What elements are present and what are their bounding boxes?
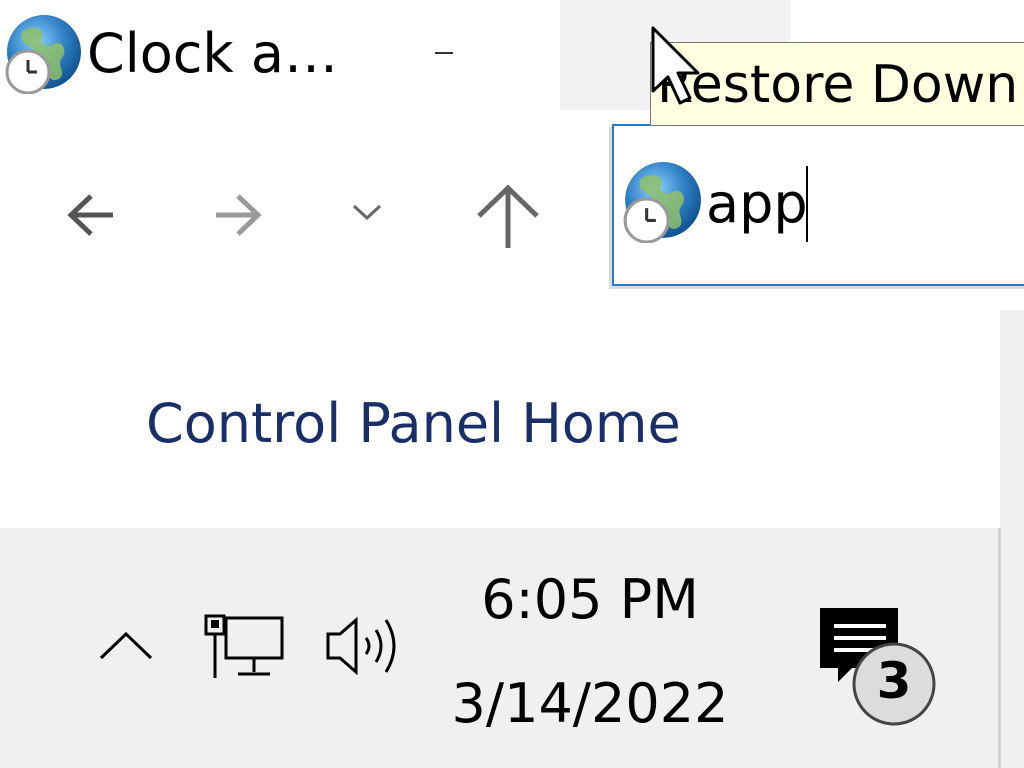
minimize-icon — [435, 52, 453, 54]
control-panel-home-link[interactable]: Control Panel Home — [146, 392, 681, 455]
show-hidden-icons-button[interactable] — [95, 624, 157, 664]
divider — [998, 528, 1001, 768]
up-button[interactable] — [465, 170, 555, 260]
recent-locations-button[interactable] — [340, 170, 395, 260]
text-caret — [806, 166, 808, 242]
mouse-pointer-icon — [650, 25, 706, 107]
clock-globe-icon[interactable] — [2, 14, 82, 95]
restore-down-tooltip: Restore Down — [650, 42, 1024, 126]
network-icon — [204, 614, 284, 678]
window-title: Clock a… — [87, 22, 338, 85]
arrow-left-icon — [67, 194, 113, 236]
arrow-up-icon — [477, 184, 539, 248]
arrow-right-icon — [216, 194, 262, 236]
back-button[interactable] — [55, 170, 135, 260]
taskbar: 6:05 PM 3/14/2022 3 — [0, 528, 1024, 768]
volume-button[interactable] — [322, 610, 412, 682]
action-center-button[interactable]: 3 — [810, 600, 950, 730]
chevron-up-icon — [99, 631, 153, 660]
address-input[interactable]: app — [706, 172, 808, 235]
volume-icon — [326, 616, 396, 676]
clock-globe-icon — [620, 161, 702, 244]
notification-count-badge: 3 — [876, 652, 912, 710]
clock-date[interactable]: 3/14/2022 — [440, 672, 740, 735]
minimize-button[interactable] — [395, 0, 495, 110]
chevron-down-icon — [352, 204, 382, 221]
network-button[interactable] — [200, 614, 290, 686]
forward-button[interactable] — [200, 170, 280, 260]
clock-time[interactable]: 6:05 PM — [440, 568, 740, 631]
address-bar[interactable]: app — [612, 124, 1024, 286]
